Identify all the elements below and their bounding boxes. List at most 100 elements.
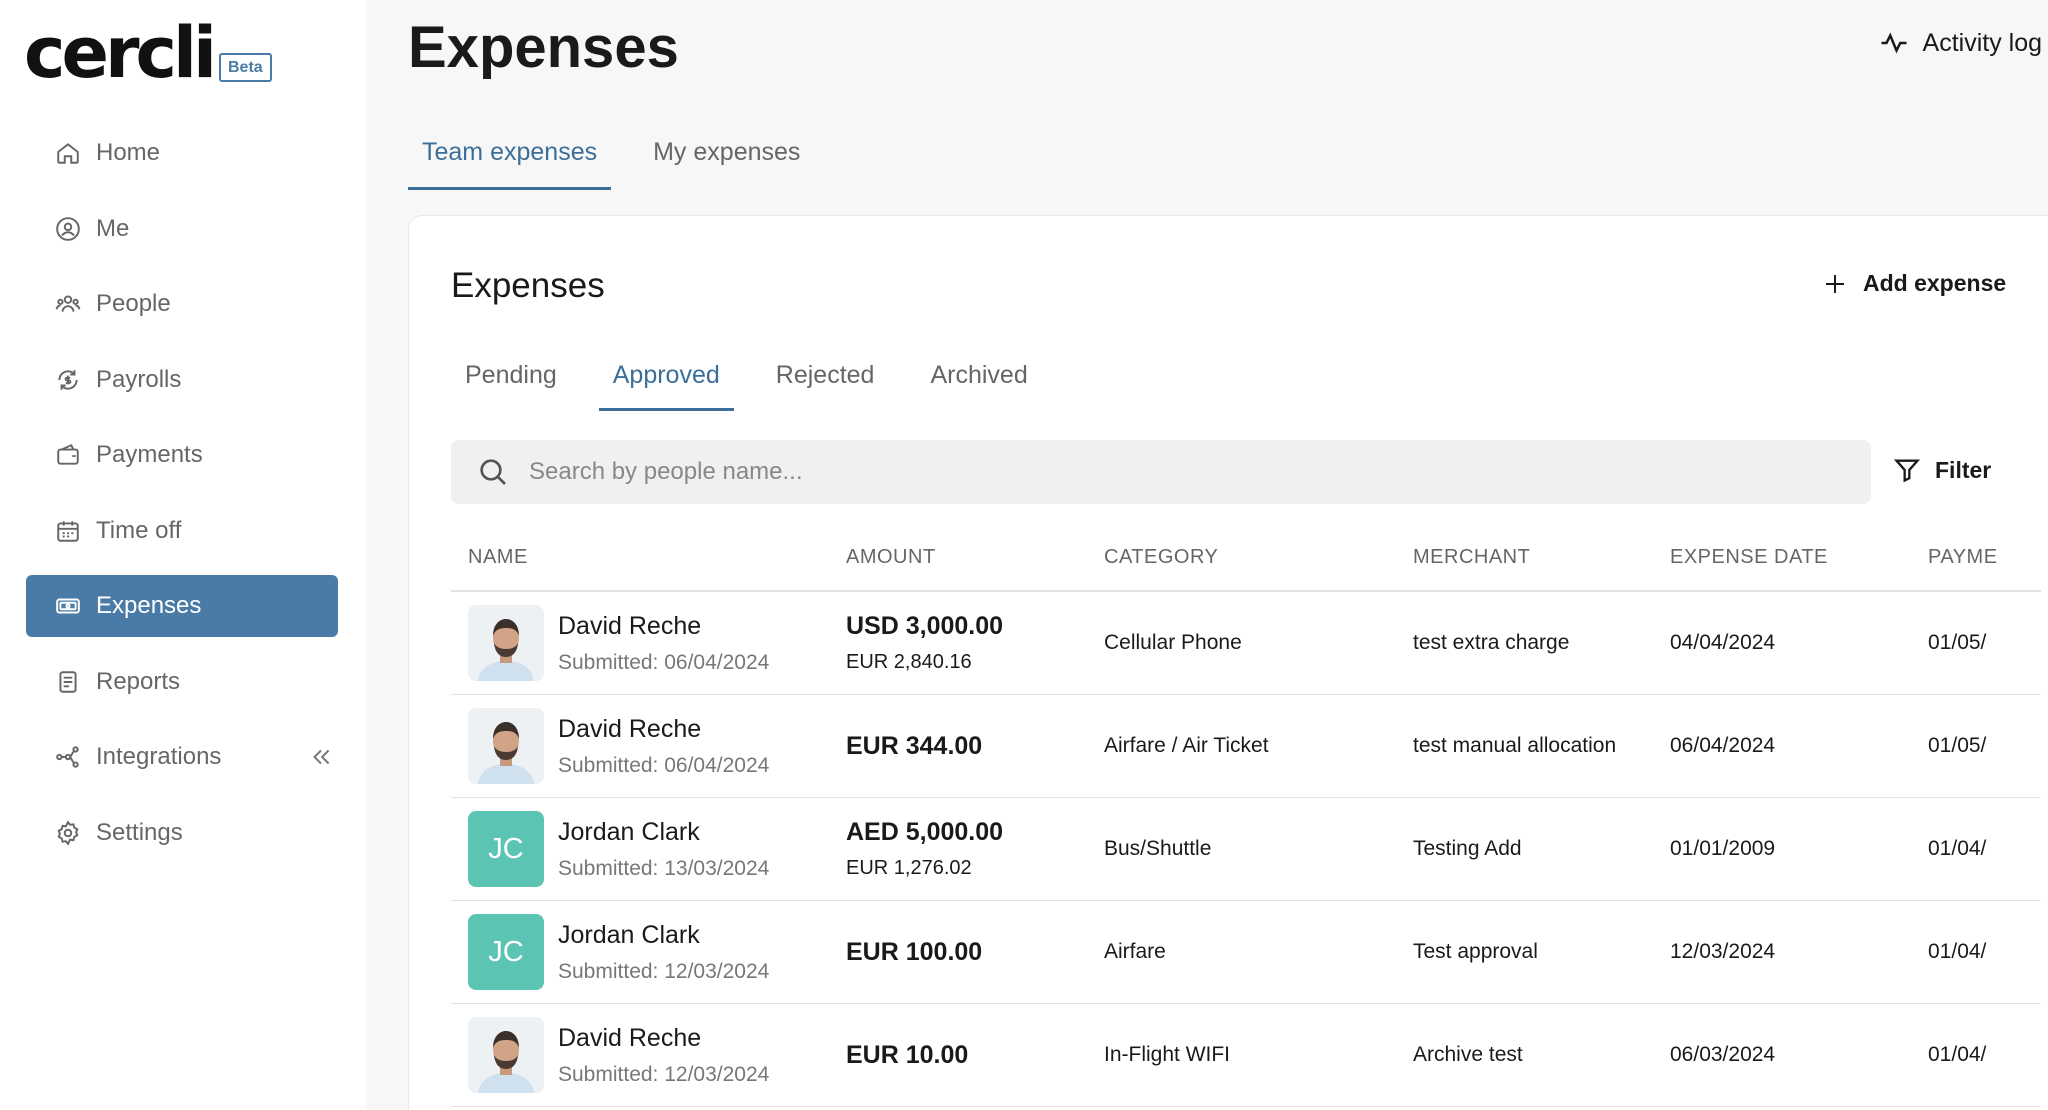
payment-date-cell: 01/04/ — [1928, 1043, 1987, 1066]
sidebar-item-label: Payments — [96, 441, 203, 468]
expenses-icon — [54, 592, 82, 620]
employee-name[interactable]: David Reche — [558, 612, 769, 641]
amount-value: EUR 344.00 — [846, 731, 983, 760]
submitted-date: Submitted: 06/04/2024 — [558, 650, 770, 674]
amount-cell: EUR 344.00 — [846, 732, 1104, 761]
sidebar-item-payrolls[interactable]: Payrolls — [26, 349, 338, 411]
sidebar-item-label: Settings — [96, 818, 183, 846]
tab-team-expenses[interactable]: Team expenses — [408, 130, 612, 190]
table-header: NAME AMOUNT CATEGORY MERCHANT EXPENSE DA… — [451, 546, 2041, 592]
sidebar-item-label: Payrolls — [96, 365, 182, 393]
table-row[interactable]: David Reche Submitted: 06/04/2024 EUR 344.… — [451, 695, 2041, 798]
avatar — [468, 708, 544, 784]
search-bar — [451, 440, 1871, 504]
sidebar-item-time-off[interactable]: Time off — [26, 500, 338, 562]
table-row[interactable]: David Reche Submitted: 06/04/2024 USD 3,00… — [451, 592, 2041, 695]
converted-amount: EUR 1,276.02 — [846, 857, 972, 879]
status-tabs: Pending Approved Rejected Archived — [451, 361, 1070, 411]
table-row[interactable]: David Reche Submitted: 12/03/2024 EUR 10.0… — [451, 1004, 2041, 1107]
column-header-amount[interactable]: AMOUNT — [846, 546, 1104, 569]
employee-name[interactable]: David Reche — [558, 715, 769, 744]
plus-icon — [1826, 274, 1844, 293]
table-row[interactable]: JC Jordan Clark Submitted: 13/03/2024 AED 5… — [451, 798, 2041, 901]
beta-badge: Beta — [218, 52, 272, 82]
calendar-icon — [54, 517, 82, 545]
category-cell: Airfare / Air Ticket — [1104, 734, 1269, 757]
employee-name[interactable]: Jordan Clark — [558, 921, 769, 950]
user-circle-icon — [54, 215, 82, 243]
avatar — [468, 605, 544, 681]
tab-approved[interactable]: Approved — [598, 361, 734, 411]
brand-wordmark: cercli — [24, 12, 217, 94]
column-header-name[interactable]: NAME — [451, 546, 846, 569]
table-row[interactable]: JC Jordan Clark Submitted: 12/03/2024 EUR 1… — [451, 901, 2041, 1004]
payment-date-cell: 01/04/ — [1928, 940, 1987, 963]
tab-my-expenses[interactable]: My expenses — [639, 130, 814, 190]
submitted-date: Submitted: 12/03/2024 — [558, 959, 770, 983]
add-expense-button[interactable]: Add expense — [1823, 270, 2006, 297]
tab-archived[interactable]: Archived — [916, 361, 1041, 411]
activity-log-button[interactable]: Activity log — [1879, 28, 2042, 58]
expense-date-cell: 01/01/2009 — [1670, 837, 1776, 860]
sidebar-item-integrations[interactable]: Integrations — [26, 726, 338, 788]
sidebar-item-home[interactable]: Home — [26, 122, 338, 184]
sidebar-nav: Home Me People Payrolls Payments Time of… — [26, 122, 338, 877]
sidebar-item-expenses[interactable]: Expenses — [26, 575, 338, 637]
amount-cell: AED 5,000.00 EUR 1,276.02 — [846, 818, 1104, 880]
payment-date-cell: 01/04/ — [1928, 837, 1987, 860]
submitted-date: Submitted: 06/04/2024 — [558, 753, 770, 777]
brand-logo[interactable]: cercli Beta — [24, 18, 272, 88]
name-cell: JC Jordan Clark Submitted: 12/03/2024 — [451, 914, 846, 990]
column-header-category[interactable]: CATEGORY — [1104, 546, 1413, 569]
home-icon — [54, 139, 82, 167]
column-header-expense-date[interactable]: EXPENSE DATE — [1670, 546, 1928, 569]
expense-date-cell: 04/04/2024 — [1670, 631, 1776, 654]
search-icon — [480, 459, 506, 485]
employee-name[interactable]: Jordan Clark — [558, 818, 769, 847]
category-cell: Cellular Phone — [1104, 631, 1242, 654]
sidebar-item-label: Home — [96, 139, 161, 166]
payment-date-cell: 01/05/ — [1928, 734, 1987, 757]
tab-rejected[interactable]: Rejected — [762, 361, 889, 411]
activity-icon — [1881, 32, 1907, 54]
collapse-sidebar-icon[interactable] — [308, 744, 334, 770]
converted-amount: EUR 2,840.16 — [846, 651, 972, 673]
people-icon — [54, 290, 82, 318]
activity-log-label: Activity log — [1922, 28, 2042, 57]
payment-date-cell: 01/05/ — [1928, 631, 1987, 654]
table-body: David Reche Submitted: 06/04/2024 USD 3,00… — [451, 592, 2041, 1107]
sidebar-item-people[interactable]: People — [26, 273, 338, 335]
avatar: JC — [468, 811, 544, 887]
merchant-cell: Test approval — [1413, 940, 1538, 963]
column-header-payment[interactable]: PAYME — [1928, 546, 2041, 569]
add-expense-label: Add expense — [1863, 270, 2007, 296]
amount-value: EUR 10.00 — [846, 1040, 969, 1069]
avatar — [468, 1017, 544, 1093]
sidebar-item-settings[interactable]: Settings — [26, 802, 338, 864]
filter-button[interactable]: Filter — [1893, 456, 1991, 484]
sidebar-item-label: People — [96, 290, 171, 317]
submitted-date: Submitted: 12/03/2024 — [558, 1062, 770, 1086]
sidebar-item-payments[interactable]: Payments — [26, 424, 338, 486]
amount-cell: EUR 10.00 — [846, 1041, 1104, 1070]
top-tabs: Team expenses My expenses — [408, 130, 842, 190]
search-input[interactable] — [529, 458, 1829, 486]
expense-date-cell: 06/04/2024 — [1670, 734, 1776, 757]
employee-name[interactable]: David Reche — [558, 1024, 769, 1053]
sidebar-item-label: Me — [96, 214, 130, 242]
expenses-table: NAME AMOUNT CATEGORY MERCHANT EXPENSE DA… — [451, 546, 2041, 1107]
filter-label: Filter — [1935, 456, 1992, 483]
category-cell: In-Flight WIFI — [1104, 1043, 1231, 1066]
sidebar-item-reports[interactable]: Reports — [26, 651, 338, 713]
page-title: Expenses — [408, 15, 679, 80]
expenses-card: Expenses Add expense Pending Approved Re… — [408, 215, 2048, 1110]
filter-icon — [1893, 459, 1921, 483]
merchant-cell: test manual allocation — [1413, 734, 1617, 757]
column-header-merchant[interactable]: MERCHANT — [1413, 546, 1670, 569]
gear-icon — [54, 819, 82, 847]
tab-pending[interactable]: Pending — [451, 361, 571, 411]
sidebar-item-label: Integrations — [96, 743, 222, 770]
expense-date-cell: 12/03/2024 — [1670, 940, 1776, 963]
sidebar-item-me[interactable]: Me — [26, 198, 338, 260]
report-icon — [54, 668, 82, 696]
